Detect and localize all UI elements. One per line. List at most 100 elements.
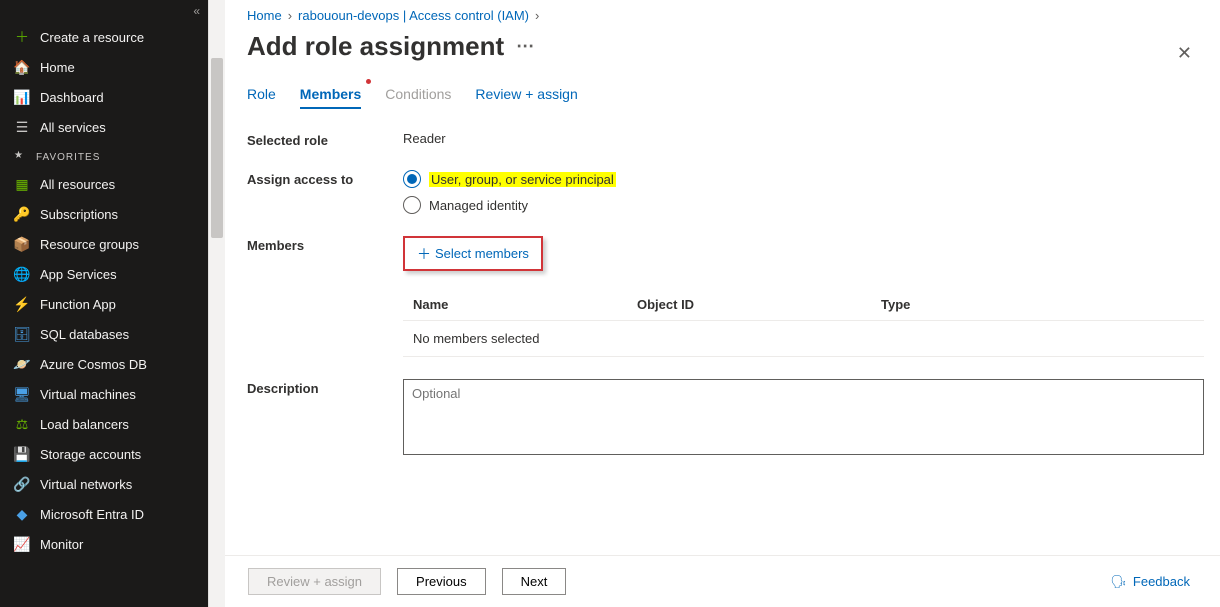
- selected-role-value: Reader: [403, 131, 1204, 148]
- scrollbar-thumb[interactable]: [211, 58, 223, 238]
- sidebar-item-function-app[interactable]: ⚡ Function App: [0, 289, 208, 319]
- tab-members[interactable]: Members: [300, 80, 361, 108]
- scrollbar[interactable]: [208, 0, 225, 607]
- tabs: Role Members Conditions Review + assign: [247, 80, 1204, 109]
- sidebar-item-label: Resource groups: [40, 237, 139, 252]
- sidebar-item-label: SQL databases: [40, 327, 129, 342]
- sidebar-item-create-resource[interactable]: ＋ Create a resource: [0, 22, 208, 52]
- sidebar-item-label: App Services: [40, 267, 117, 282]
- load-balancers-icon: ⚖: [14, 416, 30, 432]
- radio-managed-identity[interactable]: Managed identity: [403, 196, 1204, 214]
- members-empty: No members selected: [403, 321, 1204, 357]
- radio-label: User, group, or service principal: [429, 172, 616, 187]
- sidebar-item-entra-id[interactable]: ◆Microsoft Entra ID: [0, 499, 208, 529]
- select-members-highlight: ＋ Select members: [403, 236, 543, 271]
- feedback-label: Feedback: [1133, 574, 1190, 589]
- sidebar-item-label: Create a resource: [40, 30, 144, 45]
- sidebar-item-storage-accounts[interactable]: 💾 Storage accounts: [0, 439, 208, 469]
- monitor-icon: 📈: [14, 536, 30, 552]
- sidebar-item-label: Function App: [40, 297, 116, 312]
- page-title-text: Add role assignment: [247, 31, 504, 62]
- feedback-icon: 🗣: [1110, 574, 1127, 590]
- sidebar-item-monitor[interactable]: 📈 Monitor: [0, 529, 208, 559]
- app-services-icon: 🌐: [14, 266, 30, 282]
- breadcrumb: Home › rabououn-devops | Access control …: [247, 8, 1204, 27]
- sidebar-item-all-services[interactable]: ☰ All services: [0, 112, 208, 142]
- review-assign-button: Review + assign: [248, 568, 381, 595]
- footer: Review + assign Previous Next 🗣 Feedback: [208, 555, 1220, 607]
- sidebar: « ＋ Create a resource 🏠 Home 📊 Dashboard ☰ All …: [0, 0, 208, 607]
- home-icon: 🏠: [14, 59, 30, 75]
- close-icon[interactable]: ✕: [1171, 37, 1198, 70]
- sidebar-item-virtual-machines[interactable]: 🖥 Virtual machines: [0, 379, 208, 409]
- col-type: Type: [881, 297, 1194, 312]
- sidebar-item-app-services[interactable]: 🌐 App Services: [0, 259, 208, 289]
- chevron-right-icon: ›: [535, 8, 539, 23]
- sidebar-item-sql-databases[interactable]: 🗄 SQL databases: [0, 319, 208, 349]
- sidebar-item-resource-groups[interactable]: 📦 Resource groups: [0, 229, 208, 259]
- select-members-link[interactable]: ＋ Select members: [417, 246, 529, 261]
- description-label: Description: [247, 379, 403, 458]
- sidebar-item-label: Storage accounts: [40, 447, 141, 462]
- dashboard-icon: 📊: [14, 89, 30, 105]
- previous-button[interactable]: Previous: [397, 568, 486, 595]
- storage-accounts-icon: 💾: [14, 446, 30, 462]
- col-name: Name: [413, 297, 613, 312]
- selected-role-label: Selected role: [247, 131, 403, 148]
- sidebar-collapse-icon[interactable]: «: [193, 4, 200, 18]
- members-label: Members: [247, 236, 403, 357]
- sql-databases-icon: 🗄: [14, 326, 30, 342]
- select-members-label: Select members: [435, 246, 529, 261]
- sidebar-item-label: Load balancers: [40, 417, 129, 432]
- description-input[interactable]: [403, 379, 1204, 455]
- all-resources-icon: ▦: [14, 176, 30, 192]
- cosmos-db-icon: 🪐: [14, 356, 30, 372]
- tab-changed-indicator: [366, 79, 371, 84]
- radio-label: Managed identity: [429, 198, 528, 213]
- all-services-icon: ☰: [14, 119, 30, 135]
- sidebar-item-label: Home: [40, 60, 75, 75]
- sidebar-item-home[interactable]: 🏠 Home: [0, 52, 208, 82]
- plus-icon: ＋: [417, 247, 431, 261]
- create-resource-icon: ＋: [14, 29, 30, 45]
- subscriptions-icon: 🔑: [14, 206, 30, 222]
- members-table: Name Object ID Type No members selected: [403, 289, 1204, 357]
- tab-role[interactable]: Role: [247, 80, 276, 108]
- radio-user-group-or-service-principal[interactable]: User, group, or service principal: [403, 170, 1204, 188]
- sidebar-item-virtual-networks[interactable]: 🔗 Virtual networks: [0, 469, 208, 499]
- radio-icon: [403, 196, 421, 214]
- feedback-link[interactable]: 🗣 Feedback: [1110, 574, 1200, 590]
- sidebar-item-label: Monitor: [40, 537, 83, 552]
- star-icon: ★: [14, 150, 24, 161]
- radio-icon: [403, 170, 421, 188]
- sidebar-item-all-resources[interactable]: ▦ All resources: [0, 169, 208, 199]
- sidebar-item-dashboard[interactable]: 📊 Dashboard: [0, 82, 208, 112]
- sidebar-item-label: Virtual networks: [40, 477, 132, 492]
- breadcrumb-home[interactable]: Home: [247, 8, 282, 23]
- chevron-right-icon: ›: [288, 8, 292, 23]
- favorites-header-label: FAVORITES: [36, 152, 100, 163]
- assign-access-label: Assign access to: [247, 170, 403, 214]
- sidebar-item-load-balancers[interactable]: ⚖ Load balancers: [0, 409, 208, 439]
- page-title: Add role assignment ⋯: [247, 27, 534, 80]
- more-icon[interactable]: ⋯: [516, 36, 534, 57]
- sidebar-item-label: All resources: [40, 177, 115, 192]
- sidebar-item-subscriptions[interactable]: 🔑 Subscriptions: [0, 199, 208, 229]
- main: Home › rabououn-devops | Access control …: [208, 0, 1220, 607]
- next-button[interactable]: Next: [502, 568, 567, 595]
- sidebar-item-label: Azure Cosmos DB: [40, 357, 147, 372]
- sidebar-item-label: Dashboard: [40, 90, 104, 105]
- favorites-header: ★ FAVORITES: [0, 142, 208, 169]
- tab-conditions: Conditions: [385, 80, 451, 108]
- virtual-machines-icon: 🖥: [14, 386, 30, 402]
- entra-id-icon: ◆: [14, 506, 30, 522]
- sidebar-item-label: Subscriptions: [40, 207, 118, 222]
- sidebar-item-label: All services: [40, 120, 106, 135]
- tab-review-assign[interactable]: Review + assign: [475, 80, 577, 108]
- sidebar-item-label: Virtual machines: [40, 387, 136, 402]
- sidebar-item-cosmos-db[interactable]: 🪐 Azure Cosmos DB: [0, 349, 208, 379]
- function-app-icon: ⚡: [14, 296, 30, 312]
- breadcrumb-resource[interactable]: rabououn-devops | Access control (IAM): [298, 8, 529, 23]
- virtual-networks-icon: 🔗: [14, 476, 30, 492]
- resource-groups-icon: 📦: [14, 236, 30, 252]
